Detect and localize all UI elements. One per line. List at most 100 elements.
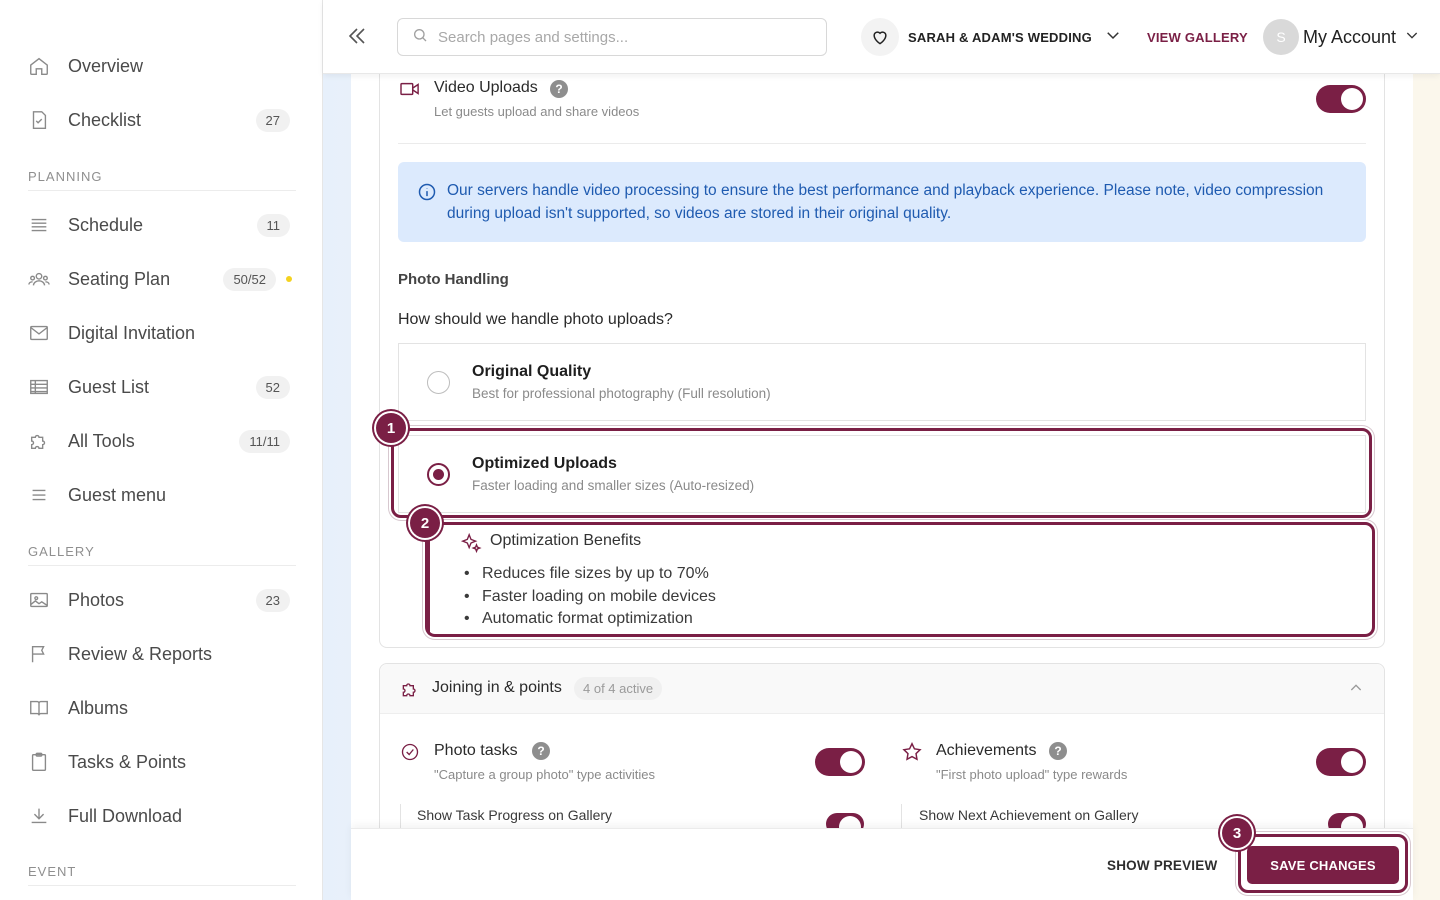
- sidebar-item-label: All Tools: [68, 430, 135, 451]
- count-badge: 11/11: [239, 429, 290, 453]
- section-heading-event: EVENT: [28, 864, 296, 886]
- info-icon: [417, 182, 437, 209]
- sidebar: Overview Checklist 27 PLANNING Schedule …: [0, 0, 323, 900]
- optimization-benefits: Optimization Benefits Reduces file sizes…: [427, 523, 1373, 637]
- sidebar-item-all-tools[interactable]: All Tools 11/11: [28, 421, 292, 461]
- annotation-badge-1: 1: [376, 413, 406, 443]
- annotation-badge-2: 2: [410, 508, 440, 538]
- divider: [398, 143, 1366, 144]
- clipboard-icon: [28, 750, 60, 774]
- sidebar-item-label: Full Download: [68, 805, 183, 826]
- checklist-icon: [28, 108, 60, 132]
- list-icon: [28, 375, 60, 399]
- show-task-progress-label: Show Task Progress on Gallery: [417, 807, 613, 823]
- sidebar-item-digital-invitation[interactable]: Digital Invitation: [28, 313, 292, 353]
- sidebar-item-overview[interactable]: Overview: [28, 46, 292, 86]
- video-uploads-title: Video Uploads: [434, 79, 538, 96]
- option-original-quality[interactable]: Original Quality Best for professional p…: [398, 343, 1366, 421]
- achievements-toggle[interactable]: [1316, 748, 1366, 776]
- option-title: Original Quality: [472, 363, 592, 380]
- show-preview-button[interactable]: SHOW PREVIEW: [1107, 858, 1217, 873]
- sidebar-item-label: Digital Invitation: [68, 322, 196, 343]
- sidebar-item-schedule[interactable]: Schedule 11: [28, 205, 292, 245]
- chevron-down-icon: [1404, 27, 1420, 48]
- count-badge: 52: [255, 375, 290, 399]
- option-subtitle: Faster loading and smaller sizes (Auto-r…: [472, 478, 755, 493]
- sidebar-item-albums[interactable]: Albums: [28, 688, 292, 728]
- help-icon[interactable]: ?: [532, 742, 550, 760]
- video-uploads-subtitle: Let guests upload and share videos: [434, 104, 640, 119]
- account-menu[interactable]: S My Account: [1263, 19, 1420, 55]
- mail-icon: [28, 321, 60, 345]
- account-label: My Account: [1303, 26, 1397, 47]
- sidebar-item-seating-plan[interactable]: Seating Plan 50/52: [28, 259, 292, 299]
- sidebar-item-guest-menu[interactable]: Guest menu: [28, 475, 292, 515]
- count-badge: 50/52: [223, 267, 276, 291]
- sidebar-item-label: Overview: [68, 55, 144, 76]
- sidebar-item-label: Checklist: [68, 109, 142, 130]
- heart-icon: [861, 18, 899, 56]
- photo-handling-heading: Photo Handling: [398, 271, 509, 288]
- photo-tasks-subtitle: "Capture a group photo" type activities: [434, 767, 655, 782]
- count-badge: 27: [255, 108, 290, 132]
- sidebar-item-label: Review & Reports: [68, 643, 213, 664]
- joining-title: Joining in & points: [432, 679, 562, 696]
- sidebar-item-review-reports[interactable]: Review & Reports: [28, 634, 292, 674]
- footer-action-bar: SHOW PREVIEW SAVE CHANGES: [351, 828, 1413, 900]
- sidebar-item-photos[interactable]: Photos 23: [28, 580, 292, 620]
- book-icon: [28, 696, 60, 720]
- download-icon: [28, 804, 60, 828]
- puzzle-icon: [28, 429, 60, 453]
- search-input[interactable]: [438, 28, 798, 46]
- home-icon: [28, 54, 60, 78]
- benefits-title: Optimization Benefits: [490, 532, 642, 549]
- video-uploads-toggle[interactable]: [1316, 85, 1366, 113]
- achievements-subtitle: "First photo upload" type rewards: [936, 767, 1128, 782]
- people-icon: [28, 267, 60, 291]
- sidebar-item-label: Seating Plan: [68, 268, 171, 289]
- sidebar-item-label: Guest menu: [68, 484, 167, 505]
- section-heading-planning: PLANNING: [28, 169, 296, 191]
- wedding-selector[interactable]: SARAH & ADAM'S WEDDING: [861, 18, 1122, 56]
- option-title: Optimized Uploads: [472, 455, 617, 472]
- video-camera-icon: [399, 80, 421, 103]
- photo-tasks-title: Photo tasks: [434, 742, 518, 759]
- radio-optimized-uploads[interactable]: [427, 463, 450, 486]
- view-gallery-link[interactable]: VIEW GALLERY: [1147, 30, 1248, 45]
- sidebar-item-label: Tasks & Points: [68, 751, 187, 772]
- sidebar-item-label: Albums: [68, 697, 129, 718]
- info-box: Our servers handle video processing to e…: [398, 162, 1366, 242]
- sidebar-item-label: Schedule: [68, 214, 144, 235]
- sidebar-item-full-download[interactable]: Full Download: [28, 796, 292, 836]
- search-icon: [412, 27, 428, 48]
- image-icon: [28, 588, 60, 612]
- wedding-name: SARAH & ADAM'S WEDDING: [908, 29, 1092, 45]
- avatar: S: [1263, 19, 1299, 55]
- benefit-item: Reduces file sizes by up to 70%: [464, 563, 716, 586]
- option-optimized-uploads[interactable]: Optimized Uploads Faster loading and sma…: [398, 435, 1366, 513]
- joining-card-header[interactable]: Joining in & points 4 of 4 active: [380, 664, 1384, 714]
- count-badge: 11: [256, 213, 290, 237]
- radio-original-quality[interactable]: [427, 371, 450, 394]
- sidebar-item-guest-list[interactable]: Guest List 52: [28, 367, 292, 407]
- show-next-achievement-label: Show Next Achievement on Gallery: [919, 807, 1139, 823]
- sidebar-item-label: Guest List: [68, 376, 150, 397]
- help-icon[interactable]: ?: [550, 80, 568, 98]
- flag-icon: [28, 642, 60, 666]
- section-heading-gallery: GALLERY: [28, 544, 296, 566]
- option-subtitle: Best for professional photography (Full …: [472, 386, 771, 401]
- photo-handling-question: How should we handle photo uploads?: [398, 311, 673, 328]
- collapse-sidebar-icon[interactable]: [345, 24, 369, 48]
- help-icon[interactable]: ?: [1049, 742, 1067, 760]
- sidebar-item-checklist[interactable]: Checklist 27: [28, 100, 292, 140]
- save-changes-button[interactable]: SAVE CHANGES: [1247, 846, 1399, 884]
- sidebar-item-label: Photos: [68, 589, 125, 610]
- search-box[interactable]: [397, 18, 827, 56]
- achievements-title: Achievements: [936, 742, 1037, 759]
- sidebar-item-tasks-points[interactable]: Tasks & Points: [28, 742, 292, 782]
- chevron-up-icon[interactable]: [1348, 680, 1364, 701]
- photo-tasks-toggle[interactable]: [815, 748, 865, 776]
- benefit-item: Faster loading on mobile devices: [464, 586, 716, 609]
- top-bar: SARAH & ADAM'S WEDDING VIEW GALLERY S My…: [323, 0, 1440, 74]
- schedule-icon: [28, 213, 60, 237]
